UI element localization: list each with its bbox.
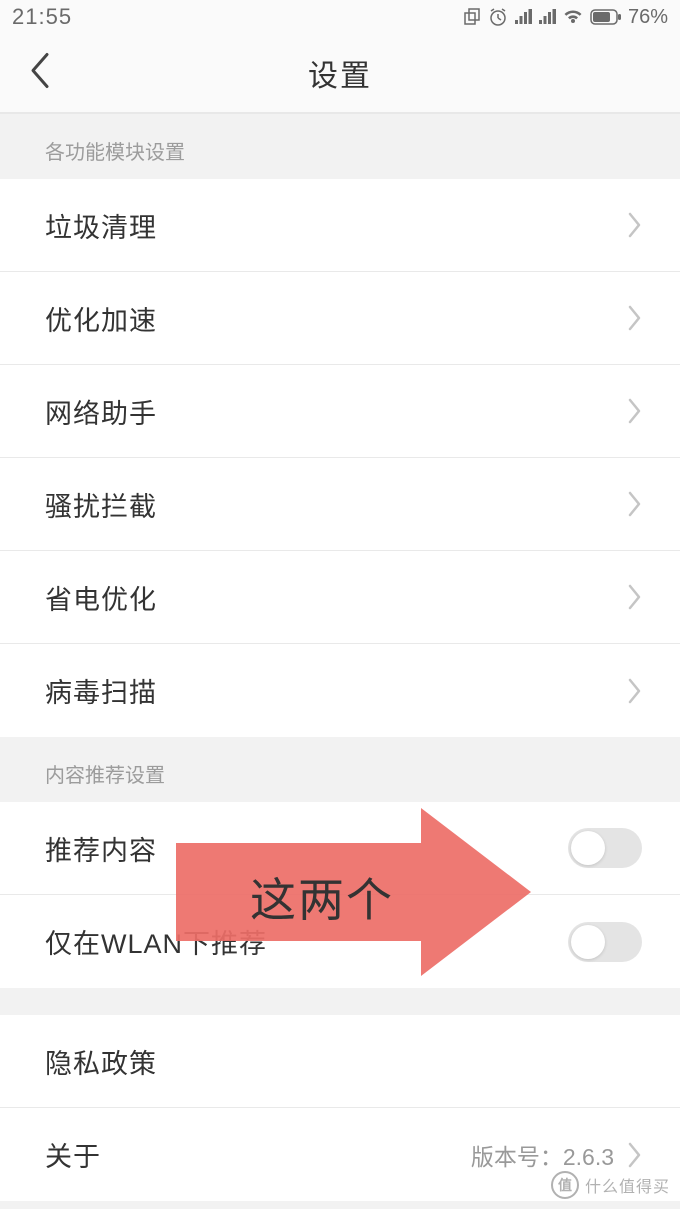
row-label: 隐私政策	[45, 1042, 157, 1081]
chevron-right-icon	[628, 398, 642, 424]
signal-icon-1	[514, 8, 532, 26]
watermark-text: 什么值得买	[585, 1173, 670, 1197]
back-button[interactable]	[28, 52, 50, 95]
watermark: 值 什么值得买	[551, 1171, 670, 1199]
row-label: 垃圾清理	[45, 206, 157, 245]
row-label: 省电优化	[45, 578, 157, 617]
row-recommend-content[interactable]: 推荐内容	[0, 802, 680, 895]
alarm-icon	[488, 7, 508, 27]
row-label: 病毒扫描	[45, 671, 157, 710]
chevron-right-icon	[628, 212, 642, 238]
row-virus-scan[interactable]: 病毒扫描	[0, 644, 680, 737]
row-label: 骚扰拦截	[45, 485, 157, 524]
status-indicators: 76%	[462, 6, 668, 29]
section-header-modules: 各功能模块设置	[0, 114, 680, 179]
watermark-badge: 值	[551, 1171, 579, 1199]
signal-icon-2	[538, 8, 556, 26]
toggle-wlan-only[interactable]	[568, 922, 642, 962]
row-privacy-policy[interactable]: 隐私政策	[0, 1015, 680, 1108]
section-gap	[0, 988, 680, 1015]
chevron-right-icon	[628, 678, 642, 704]
row-power-save[interactable]: 省电优化	[0, 551, 680, 644]
chevron-right-icon	[628, 584, 642, 610]
row-label: 仅在WLAN下推荐	[45, 922, 267, 961]
row-right: 版本号：2.6.3	[471, 1138, 642, 1172]
modules-list: 垃圾清理 优化加速 网络助手 骚扰拦截 省电优化 病毒扫描	[0, 179, 680, 737]
toggle-knob	[571, 925, 605, 959]
row-optimize-speed[interactable]: 优化加速	[0, 272, 680, 365]
row-trash-clean[interactable]: 垃圾清理	[0, 179, 680, 272]
toggle-knob	[571, 831, 605, 865]
clone-icon	[462, 7, 482, 27]
wifi-icon	[562, 8, 584, 26]
recommend-list: 推荐内容 仅在WLAN下推荐	[0, 802, 680, 988]
section-header-recommend: 内容推荐设置	[0, 737, 680, 802]
status-bar: 21:55 76%	[0, 0, 680, 34]
row-wlan-only[interactable]: 仅在WLAN下推荐	[0, 895, 680, 988]
row-label: 推荐内容	[45, 829, 157, 868]
row-label: 网络助手	[45, 392, 157, 431]
chevron-right-icon	[628, 491, 642, 517]
page-title: 设置	[0, 51, 680, 95]
chevron-right-icon	[628, 305, 642, 331]
version-value: 版本号：2.6.3	[471, 1138, 614, 1172]
status-time: 21:55	[12, 4, 72, 30]
header: 设置	[0, 34, 680, 114]
row-label: 优化加速	[45, 299, 157, 338]
toggle-recommend-content[interactable]	[568, 828, 642, 868]
battery-percent: 76%	[628, 6, 668, 29]
chevron-right-icon	[628, 1142, 642, 1168]
row-spam-block[interactable]: 骚扰拦截	[0, 458, 680, 551]
battery-icon	[590, 9, 622, 25]
row-network-assistant[interactable]: 网络助手	[0, 365, 680, 458]
row-label: 关于	[45, 1135, 101, 1174]
